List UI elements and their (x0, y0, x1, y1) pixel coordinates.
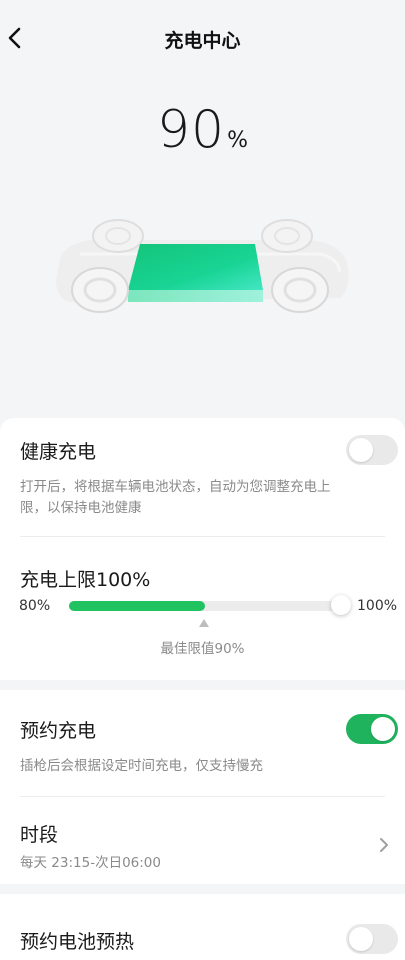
scheduled-charging-toggle[interactable] (346, 714, 398, 744)
toggle-knob (349, 438, 373, 462)
time-period-value[interactable]: 每天 23:15-次日06:00 (20, 853, 345, 874)
health-charging-title: 健康充电 (20, 441, 97, 463)
charge-limit-min-label: 80% (19, 598, 51, 614)
page-title: 充电中心 (164, 30, 241, 52)
toggle-knob (371, 717, 395, 741)
battery-percent: 90% (0, 100, 405, 160)
health-charging-description: 打开后，将根据车辆电池状态，自动为您调整充电上限，以保持电池健康 (20, 479, 331, 516)
charge-limit-slider[interactable] (69, 595, 351, 615)
toggle-knob (349, 927, 373, 951)
car-illustration (56, 219, 349, 313)
scheduled-charging-description: 插枪后会根据设定时间充电，仅支持慢充 (20, 758, 263, 774)
best-value-marker (199, 619, 209, 627)
battery-preheat-title: 预约电池预热 (20, 931, 135, 953)
battery-percent-value: 90 (156, 100, 226, 160)
header: 充电中心 (0, 0, 405, 80)
best-value-label: 最佳限值90% (160, 641, 245, 657)
charge-limit-max-label: 100% (357, 598, 398, 614)
scheduled-charging-title: 预约充电 (20, 720, 97, 742)
battery-preheat-toggle[interactable] (346, 924, 398, 954)
charge-limit-slider-thumb[interactable] (331, 595, 351, 615)
divider (20, 796, 385, 797)
charge-limit-slider-fill (69, 601, 205, 611)
time-period-title[interactable]: 时段 (20, 820, 58, 847)
charge-limit-title: 充电上限100% (20, 569, 151, 591)
battery-percent-unit: % (227, 128, 249, 153)
health-charging-toggle[interactable] (346, 435, 398, 465)
divider (20, 536, 385, 537)
chevron-right-icon[interactable] (377, 836, 391, 854)
